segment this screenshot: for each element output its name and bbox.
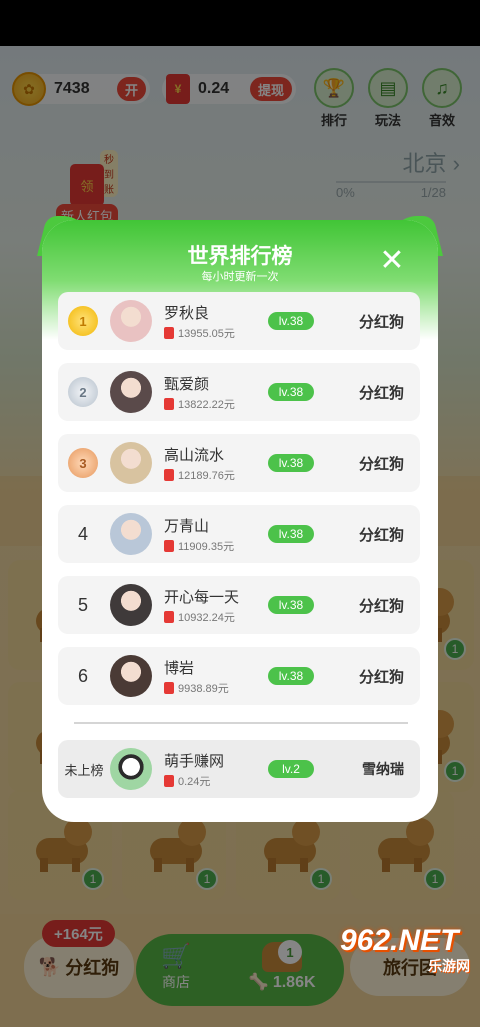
- medal-icon: 2: [68, 377, 98, 407]
- red-envelope-icon: [164, 682, 174, 694]
- red-envelope-icon: [164, 327, 174, 339]
- user-earnings: 13955.05元: [164, 325, 235, 341]
- dog-type: 分红狗: [358, 456, 404, 473]
- dog-type: 分红狗: [358, 527, 404, 544]
- user-name: 萌手赚网: [164, 753, 225, 770]
- earnings-amount: 12189.76元: [178, 470, 235, 482]
- medal-icon: 3: [68, 448, 98, 478]
- user-name: 高山流水: [164, 447, 225, 464]
- rank-row: 6 博岩 9938.89元 lv.38 分红狗: [58, 647, 420, 705]
- medal-icon: 1: [68, 306, 98, 336]
- user-earnings: 11909.35元: [164, 538, 234, 554]
- level-badge: lv.38: [268, 525, 314, 543]
- avatar: [110, 748, 152, 790]
- dog-type: 雪纳瑞: [362, 761, 404, 777]
- earnings-amount: 13822.22元: [178, 399, 235, 411]
- user-name: 罗秋良: [164, 305, 210, 322]
- user-name: 甄爱颜: [164, 376, 210, 393]
- earnings-amount: 9938.89元: [178, 683, 229, 695]
- avatar: [110, 371, 152, 413]
- avatar: [110, 442, 152, 484]
- earnings-amount: 13955.05元: [178, 328, 235, 340]
- leaderboard-modal: 世界排行榜 每小时更新一次 ✕ 1 罗秋良 13955.05元 lv.38 分红狗 2 甄爱…: [42, 220, 438, 822]
- dog-type: 分红狗: [358, 385, 404, 402]
- avatar: [110, 584, 152, 626]
- level-badge: lv.38: [268, 312, 314, 330]
- site-watermark: 962.NET 乐游网: [340, 926, 476, 976]
- rank-number: 5: [77, 594, 88, 615]
- user-name: 开心每一天: [164, 589, 240, 606]
- rank-number: 6: [77, 665, 88, 686]
- avatar: [110, 300, 152, 342]
- rank-row: 1 罗秋良 13955.05元 lv.38 分红狗: [58, 292, 420, 350]
- level-badge: lv.38: [268, 596, 314, 614]
- red-envelope-icon: [164, 398, 174, 410]
- dog-type: 分红狗: [358, 314, 404, 331]
- earnings-amount: 10932.24元: [178, 612, 235, 624]
- close-icon[interactable]: ✕: [376, 246, 408, 278]
- rank-row: 2 甄爱颜 13822.22元 lv.38 分红狗: [58, 363, 420, 421]
- dog-type: 分红狗: [358, 598, 404, 615]
- level-badge: lv.38: [268, 383, 314, 401]
- level-badge: lv.38: [268, 454, 314, 472]
- rank-row: 3 高山流水 12189.76元 lv.38 分红狗: [58, 434, 420, 492]
- earnings-amount: 11909.35元: [178, 541, 235, 553]
- red-envelope-icon: [164, 469, 174, 481]
- level-badge: lv.2: [268, 760, 314, 778]
- rank-label: 未上榜: [64, 762, 104, 778]
- level-badge: lv.38: [268, 667, 314, 685]
- user-earnings: 12189.76元: [164, 467, 235, 483]
- red-envelope-icon: [164, 540, 174, 552]
- dog-type: 分红狗: [358, 669, 404, 686]
- rank-row: 5 开心每一天 10932.24元 lv.38 分红狗: [58, 576, 420, 634]
- user-name: 万青山: [164, 518, 210, 535]
- watermark-main: 962.NET: [340, 924, 459, 957]
- avatar: [110, 513, 152, 555]
- rank-number: 4: [77, 523, 88, 544]
- watermark-sub: 乐游网: [428, 958, 470, 974]
- red-envelope-icon: [164, 611, 174, 623]
- red-envelope-icon: [164, 775, 174, 787]
- my-rank-row: 未上榜 萌手赚网 0.24元 lv.2 雪纳瑞: [58, 740, 420, 798]
- user-earnings: 9938.89元: [164, 680, 229, 696]
- user-earnings: 0.24元: [164, 773, 210, 789]
- rank-row: 4 万青山 11909.35元 lv.38 分红狗: [58, 505, 420, 563]
- earnings-amount: 0.24元: [178, 776, 211, 788]
- user-name: 博岩: [164, 660, 195, 677]
- user-earnings: 10932.24元: [164, 609, 235, 625]
- avatar: [110, 655, 152, 697]
- user-earnings: 13822.22元: [164, 396, 235, 412]
- divider: [74, 722, 408, 724]
